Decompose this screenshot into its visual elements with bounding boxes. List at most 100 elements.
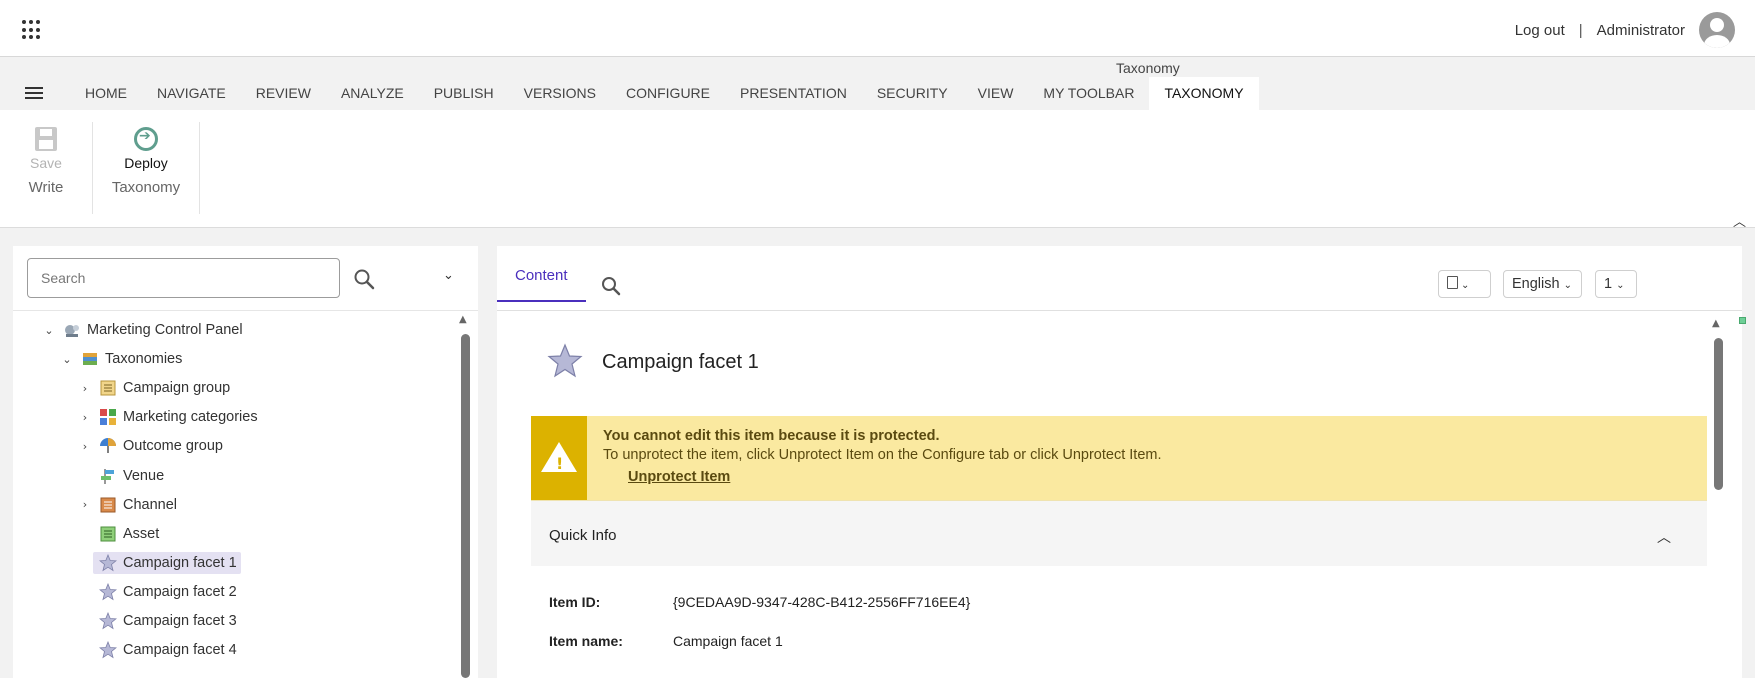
field-value[interactable]: {9CEDAA9D-9347-428C-B412-2556FF716EE4} <box>673 594 970 610</box>
chevron-down-icon[interactable]: ⌄ <box>41 324 57 337</box>
tree-node-label[interactable]: Asset <box>123 526 159 542</box>
tree-node-label-wrap[interactable]: Taxonomies <box>75 348 186 370</box>
tree-node[interactable]: › Outcome group <box>77 434 227 458</box>
signpost-icon <box>99 467 117 485</box>
chevron-right-icon[interactable]: › <box>77 498 93 511</box>
tab-presentation[interactable]: PRESENTATION <box>725 77 862 110</box>
tree-node-label[interactable]: Outcome group <box>123 438 223 454</box>
unprotect-item-link[interactable]: Unprotect Item <box>628 469 730 485</box>
tree-scrollbar[interactable]: ▲ <box>459 314 471 678</box>
chevron-right-icon[interactable]: › <box>77 382 93 395</box>
page-options-dropdown[interactable]: ⌄ <box>1438 270 1491 298</box>
control-panel-icon <box>63 321 81 339</box>
tab-home[interactable]: HOME <box>70 77 142 110</box>
tab-publish[interactable]: PUBLISH <box>419 77 509 110</box>
tree-node-label[interactable]: Channel <box>123 497 177 513</box>
scroll-thumb[interactable] <box>1714 338 1723 490</box>
chevron-down-icon: ⌄ <box>1616 280 1625 291</box>
tree-node-label-wrap[interactable]: Campaign facet 3 <box>93 610 241 632</box>
tree-node[interactable]: ⌄ Taxonomies <box>59 347 186 371</box>
chevron-right-icon[interactable]: › <box>77 440 93 453</box>
search-icon[interactable] <box>601 276 621 296</box>
tab-security[interactable]: SECURITY <box>862 77 963 110</box>
star-icon <box>98 582 118 601</box>
tab-versions[interactable]: VERSIONS <box>509 77 611 110</box>
tree-node[interactable]: ⌄ Marketing Control Panel <box>41 318 247 342</box>
scroll-up-icon[interactable]: ▲ <box>459 314 467 325</box>
contextual-tab-label: Taxonomy <box>1116 60 1180 76</box>
tree-node-label-wrap[interactable]: Asset <box>93 523 163 545</box>
tree-node[interactable]: Campaign facet 1 <box>77 551 241 575</box>
tree-node-label[interactable]: Venue <box>123 468 164 484</box>
cubes-icon <box>99 408 117 426</box>
tree-node-label-wrap[interactable]: Venue <box>93 465 168 487</box>
tree-node[interactable]: Campaign facet 4 <box>77 638 241 662</box>
star-icon <box>98 553 118 572</box>
tree-node-label-wrap[interactable]: Marketing categories <box>93 406 262 428</box>
deploy-icon[interactable] <box>134 127 158 151</box>
tab-navigate[interactable]: NAVIGATE <box>142 77 241 110</box>
menu-icon[interactable] <box>25 87 43 99</box>
save-icon[interactable] <box>35 127 57 151</box>
tab-view[interactable]: VIEW <box>963 77 1029 110</box>
tree-node-label[interactable]: Marketing Control Panel <box>87 322 243 338</box>
tree-node[interactable]: Campaign facet 2 <box>77 580 241 604</box>
tree-search-input[interactable] <box>27 258 340 298</box>
chevron-down-icon[interactable]: ⌄ <box>443 268 454 283</box>
quick-info-section[interactable]: Quick Info ︿ <box>531 500 1707 566</box>
scroll-up-icon[interactable]: ▲ <box>1712 318 1720 329</box>
tree-node[interactable]: › Campaign group <box>77 376 234 400</box>
star-icon <box>98 611 118 630</box>
tree-node[interactable]: Asset <box>77 522 163 546</box>
deploy-button[interactable]: Deploy <box>93 155 199 171</box>
save-button[interactable]: Save <box>0 155 92 171</box>
tree-node-label[interactable]: Campaign facet 4 <box>123 642 237 658</box>
avatar[interactable] <box>1699 12 1735 48</box>
user-name[interactable]: Administrator <box>1597 22 1685 39</box>
tree-node[interactable]: Campaign facet 3 <box>77 609 241 633</box>
tree-node-label-wrap[interactable]: Channel <box>93 494 181 516</box>
tree-node-label-wrap[interactable]: Marketing Control Panel <box>57 319 247 341</box>
tree-node-label[interactable]: Marketing categories <box>123 409 258 425</box>
tree-node-label[interactable]: Campaign group <box>123 380 230 396</box>
tree-node[interactable]: Venue <box>77 464 168 488</box>
tree-node-label[interactable]: Taxonomies <box>105 351 182 367</box>
field-key: Item ID: <box>549 594 601 610</box>
tree-node-label-wrap[interactable]: Campaign facet 1 <box>93 551 241 574</box>
tree-node-label-wrap[interactable]: Campaign group <box>93 377 234 399</box>
star-icon <box>547 343 583 378</box>
tab-content[interactable]: Content <box>497 256 586 302</box>
tab-taxonomy[interactable]: TAXONOMY <box>1149 77 1259 110</box>
status-indicator <box>1739 317 1746 324</box>
tab-my-toolbar[interactable]: MY TOOLBAR <box>1028 77 1149 110</box>
item-title: Campaign facet 1 <box>602 351 759 373</box>
collapse-ribbon-icon[interactable]: ︿ <box>1733 211 1747 230</box>
editor-scrollbar[interactable]: ▲ <box>1712 318 1724 678</box>
tree-node-label[interactable]: Campaign facet 3 <box>123 613 237 629</box>
tree-node[interactable]: › Channel <box>77 493 181 517</box>
tree-node-label[interactable]: Campaign facet 2 <box>123 584 237 600</box>
chevron-down-icon[interactable]: ⌄ <box>59 353 75 366</box>
books-icon <box>81 350 99 368</box>
tab-review[interactable]: REVIEW <box>241 77 326 110</box>
tree-node-label-wrap[interactable]: Campaign facet 4 <box>93 639 241 661</box>
field-value[interactable]: Campaign facet 1 <box>673 633 783 649</box>
tab-analyze[interactable]: ANALYZE <box>326 77 419 110</box>
taxonomy-group-label: Taxonomy <box>111 179 181 196</box>
app-launcher-icon[interactable] <box>22 20 42 40</box>
tree-node-label-wrap[interactable]: Outcome group <box>93 435 227 457</box>
tab-configure[interactable]: CONFIGURE <box>611 77 725 110</box>
version-dropdown[interactable]: 1 ⌄ <box>1595 270 1637 298</box>
scroll-thumb[interactable] <box>461 334 470 678</box>
tree-node-label[interactable]: Campaign facet 1 <box>123 555 237 571</box>
tree-node[interactable]: › Marketing categories <box>77 405 262 429</box>
tree-node-label-wrap[interactable]: Campaign facet 2 <box>93 581 241 603</box>
content-tree-panel: ⌄ ⌄ Marketing Control Panel ⌄ Taxonomies › Ca… <box>13 246 478 678</box>
language-dropdown[interactable]: English ⌄ <box>1503 270 1582 298</box>
chevron-right-icon[interactable]: › <box>77 411 93 424</box>
search-icon[interactable] <box>353 268 375 290</box>
content-editor-panel: Content ⌄ English ⌄ 1 ⌄ Campaign facet 1… <box>497 246 1742 678</box>
editor-area: Campaign facet 1 ! You cannot edit this … <box>497 311 1742 678</box>
chevron-up-icon[interactable]: ︿ <box>1657 527 1671 547</box>
logout-link[interactable]: Log out <box>1515 22 1565 39</box>
